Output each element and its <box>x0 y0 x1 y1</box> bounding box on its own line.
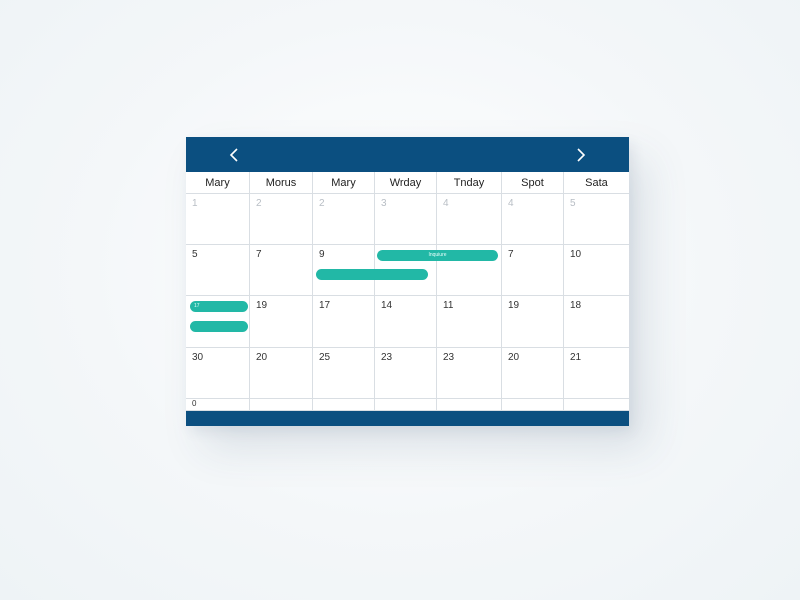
weekday-label: Mary <box>313 172 375 193</box>
day-cell[interactable] <box>502 399 564 411</box>
prev-month-button[interactable] <box>221 142 247 168</box>
calendar-header <box>186 137 629 172</box>
day-cell[interactable]: 5 <box>186 245 250 296</box>
day-cell[interactable]: 25 <box>313 348 375 399</box>
day-cell[interactable]: 7 <box>502 245 564 296</box>
day-number: 4 <box>443 198 449 209</box>
day-cell[interactable]: 21 <box>564 348 629 399</box>
day-cell[interactable]: 23 <box>375 348 437 399</box>
calendar-grid: 1 2 2 3 4 4 5 5 7 9 7 10 19 17 14 11 19 … <box>186 194 629 411</box>
day-number: 11 <box>443 300 454 311</box>
day-cell[interactable]: 20 <box>502 348 564 399</box>
day-number: 20 <box>508 352 520 363</box>
chevron-left-icon <box>229 148 238 162</box>
day-cell[interactable]: 3 <box>375 194 437 245</box>
weekday-label: Morus <box>250 172 313 193</box>
day-cell[interactable]: 4 <box>502 194 564 245</box>
day-number: 0 <box>192 399 197 408</box>
day-cell[interactable] <box>250 399 313 411</box>
calendar-footer <box>186 411 629 426</box>
weekday-label: Mary <box>186 172 250 193</box>
day-number: 7 <box>508 249 514 260</box>
weekday-label: Tnday <box>437 172 502 193</box>
day-cell[interactable]: 7 <box>250 245 313 296</box>
day-number: 18 <box>570 300 582 311</box>
day-number: 9 <box>319 249 325 260</box>
day-number: 7 <box>256 249 262 260</box>
day-cell[interactable]: 19 <box>250 296 313 348</box>
day-cell[interactable]: 4 <box>437 194 502 245</box>
day-cell[interactable]: 2 <box>250 194 313 245</box>
day-number: 1 <box>192 198 198 209</box>
day-number: 5 <box>570 198 576 209</box>
weekday-label: Sata <box>585 176 608 189</box>
event-label: 17 <box>194 303 200 309</box>
day-number: 19 <box>256 300 268 311</box>
day-number: 10 <box>570 249 582 260</box>
day-cell[interactable] <box>437 399 502 411</box>
day-cell[interactable]: 19 <box>502 296 564 348</box>
day-number: 21 <box>570 352 582 363</box>
calendar-widget: Mary Morus Mary Wrday Tnday Spot Sata 1 … <box>186 137 629 426</box>
weekday-header-row: Mary Morus Mary Wrday Tnday Spot Sata <box>186 172 629 194</box>
day-number: 23 <box>443 352 455 363</box>
day-cell[interactable]: 17 <box>313 296 375 348</box>
weekday-label: Spot <box>502 172 564 193</box>
day-cell[interactable]: 11 <box>437 296 502 348</box>
day-cell[interactable]: 2 <box>313 194 375 245</box>
calendar-event[interactable]: Inquiure <box>377 250 498 261</box>
day-cell[interactable] <box>375 399 437 411</box>
day-number: 14 <box>381 300 393 311</box>
day-cell[interactable]: 23 <box>437 348 502 399</box>
day-cell[interactable]: 20 <box>250 348 313 399</box>
day-number: 25 <box>319 352 331 363</box>
next-month-button[interactable] <box>568 142 594 168</box>
day-number: 19 <box>508 300 520 311</box>
day-cell[interactable]: 1 <box>186 194 250 245</box>
calendar-event[interactable] <box>316 269 428 280</box>
calendar-event[interactable]: 17 <box>190 301 248 312</box>
chevron-right-icon <box>577 148 586 162</box>
day-cell[interactable] <box>564 399 629 411</box>
day-number: 30 <box>192 352 204 363</box>
day-number: 3 <box>381 198 387 209</box>
day-number: 23 <box>381 352 393 363</box>
day-number: 2 <box>256 198 262 209</box>
day-cell[interactable]: 18 <box>564 296 629 348</box>
day-cell[interactable] <box>313 399 375 411</box>
day-number: 2 <box>319 198 325 209</box>
event-label: Inquiure <box>428 252 447 258</box>
day-number: 17 <box>319 300 331 311</box>
day-cell[interactable]: 10 <box>564 245 629 296</box>
day-cell[interactable]: 0 <box>186 399 250 411</box>
day-cell[interactable]: 30 <box>186 348 250 399</box>
day-cell[interactable]: 14 <box>375 296 437 348</box>
weekday-label: Wrday <box>375 172 437 193</box>
calendar-event[interactable] <box>190 321 248 332</box>
day-number: 20 <box>256 352 268 363</box>
day-number: 5 <box>192 249 198 260</box>
day-number: 4 <box>508 198 514 209</box>
day-cell[interactable]: 5 <box>564 194 629 245</box>
